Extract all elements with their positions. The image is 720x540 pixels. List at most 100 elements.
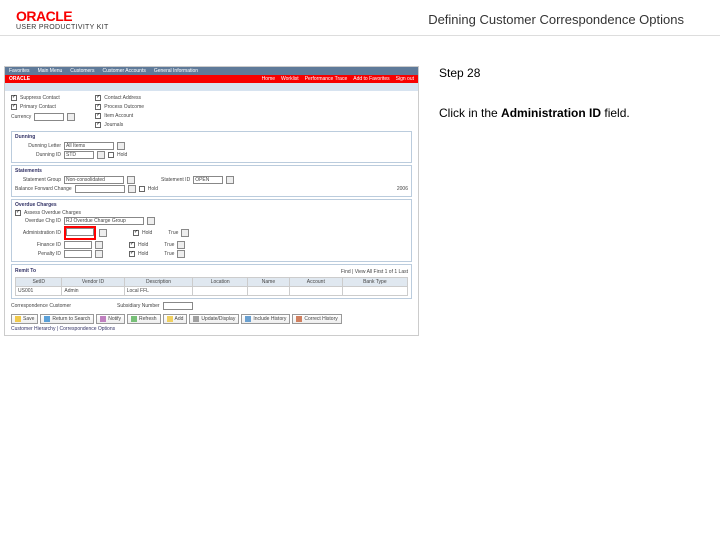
label: Contact Address	[104, 95, 141, 101]
dropdown-icon[interactable]	[177, 241, 185, 249]
cell: Local FFL	[124, 287, 193, 296]
oracle-logo: ORACLE	[16, 8, 109, 24]
button-icon	[167, 316, 173, 322]
checkbox[interactable]	[11, 104, 17, 110]
col-header: Description	[124, 278, 193, 287]
col-header: Location	[193, 278, 248, 287]
remit-section: Remit To Find | View All First 1 of 1 La…	[11, 264, 412, 299]
refresh-button[interactable]: Refresh	[127, 314, 161, 324]
link-signout[interactable]: Sign out	[396, 76, 414, 82]
button-label: Refresh	[139, 316, 157, 322]
dropdown-icon[interactable]	[177, 250, 185, 258]
menu-item[interactable]: Main Menu	[38, 68, 63, 74]
checkbox[interactable]	[139, 186, 145, 192]
highlight-target	[64, 226, 96, 240]
checkbox[interactable]	[95, 95, 101, 101]
lookup-icon[interactable]	[67, 113, 75, 121]
label: Hold	[148, 186, 158, 192]
return-button[interactable]: Return to Search	[40, 314, 94, 324]
checkbox[interactable]	[95, 113, 101, 119]
dropdown-icon[interactable]	[181, 229, 189, 237]
menu-item[interactable]: Customer Accounts	[102, 68, 145, 74]
include-button[interactable]: Include History	[241, 314, 290, 324]
label: Finance ID	[15, 242, 61, 248]
value: True	[164, 251, 174, 257]
app-rlinks: Home Worklist Performance Trace Add to F…	[262, 76, 414, 82]
dropdown-icon[interactable]	[117, 142, 125, 150]
col-header: SetID	[16, 278, 62, 287]
dunning-id-input[interactable]: STD	[64, 151, 94, 159]
button-label: Add	[175, 316, 184, 322]
label: Correspondence Customer	[11, 303, 71, 309]
section-header: Overdue Charges	[15, 202, 408, 208]
checkbox[interactable]	[15, 210, 21, 216]
menu-item[interactable]: Favorites	[9, 68, 30, 74]
cell	[247, 287, 289, 296]
stmt-id-input[interactable]: OPEN	[193, 176, 223, 184]
checkbox[interactable]	[129, 251, 135, 257]
link-fav[interactable]: Add to Favorites	[353, 76, 389, 82]
update-button[interactable]: Update/Display	[189, 314, 239, 324]
currency-input[interactable]	[34, 113, 64, 121]
checkbox[interactable]	[11, 95, 17, 101]
button-icon	[296, 316, 302, 322]
page-header: ORACLE USER PRODUCTIVITY KIT Defining Cu…	[0, 0, 720, 36]
correct-button[interactable]: Correct History	[292, 314, 341, 324]
checkbox[interactable]	[133, 230, 139, 236]
finance-id-input[interactable]	[64, 241, 92, 249]
lookup-icon[interactable]	[99, 229, 107, 237]
label: Statement Group	[15, 177, 61, 183]
dropdown-icon[interactable]	[128, 185, 136, 193]
checkbox[interactable]	[108, 152, 114, 158]
table-row[interactable]: US001 Admin Local FFL	[16, 287, 408, 296]
label: Process Outcome	[104, 104, 144, 110]
value: 2006	[397, 186, 408, 192]
checkbox[interactable]	[95, 122, 101, 128]
find-link[interactable]: Find | View All	[341, 269, 372, 275]
bal-input[interactable]	[75, 185, 125, 193]
button-label: Save	[23, 316, 34, 322]
lookup-icon[interactable]	[95, 241, 103, 249]
label: Hold	[138, 251, 148, 257]
label: Dunning ID	[15, 152, 61, 158]
link-worklist[interactable]: Worklist	[281, 76, 299, 82]
button-label: Include History	[253, 316, 286, 322]
upk-label: USER PRODUCTIVITY KIT	[16, 24, 109, 31]
value: True	[168, 230, 178, 236]
menu-item[interactable]: Customers	[70, 68, 94, 74]
dunning-section: Dunning Dunning Letter All Items Dunning…	[11, 131, 412, 163]
checkbox[interactable]	[129, 242, 135, 248]
lookup-icon[interactable]	[226, 176, 234, 184]
link-perf[interactable]: Performance Trace	[305, 76, 348, 82]
label: Balance Forward Change	[15, 186, 72, 192]
button-label: Return to Search	[52, 316, 90, 322]
app-subnav	[5, 83, 418, 91]
lookup-icon[interactable]	[97, 151, 105, 159]
button-icon	[193, 316, 199, 322]
dropdown-icon[interactable]	[127, 176, 135, 184]
breadcrumb[interactable]: Customer Hierarchy | Correspondence Opti…	[11, 326, 412, 332]
link-home[interactable]: Home	[262, 76, 275, 82]
menu-item[interactable]: General Information	[154, 68, 198, 74]
dunning-letter-input[interactable]: All Items	[64, 142, 114, 150]
administration-id-input[interactable]	[66, 228, 94, 236]
label: Item Account	[104, 113, 133, 119]
label: Journals	[104, 122, 123, 128]
notify-button[interactable]: Notify	[96, 314, 125, 324]
brand-block: ORACLE USER PRODUCTIVITY KIT	[16, 8, 109, 31]
dropdown-icon[interactable]	[95, 250, 103, 258]
col-header: Vendor ID	[62, 278, 124, 287]
step-label: Step 28	[439, 66, 630, 80]
penalty-id-input[interactable]	[64, 250, 92, 258]
col-header: Account	[289, 278, 342, 287]
sub-number-input[interactable]	[163, 302, 193, 310]
app-redbar: ORACLE Home Worklist Performance Trace A…	[5, 75, 418, 83]
save-button[interactable]: Save	[11, 314, 38, 324]
checkbox[interactable]	[95, 104, 101, 110]
dropdown-icon[interactable]	[147, 217, 155, 225]
add-button[interactable]: Add	[163, 314, 188, 324]
app-body: Suppress Contact Primary Contact Currenc…	[5, 91, 418, 335]
stmt-group-input[interactable]: Non-consolidated	[64, 176, 124, 184]
overdue-chg-input[interactable]: RJ Overdue Charge Group	[64, 217, 144, 225]
app-brand: ORACLE	[9, 76, 30, 82]
